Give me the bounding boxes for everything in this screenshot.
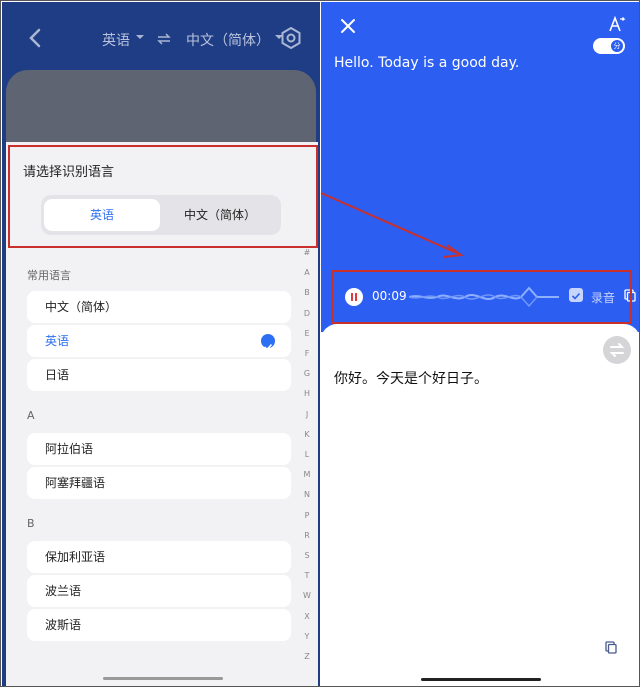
swap-icon[interactable] [156, 32, 172, 46]
section-header-b: B [27, 517, 35, 530]
index-letter[interactable]: H [301, 384, 313, 404]
language-item[interactable]: 阿拉伯语 [27, 433, 291, 465]
language-item[interactable]: 阿塞拜疆语 [27, 467, 291, 499]
index-letter[interactable]: F [301, 344, 313, 364]
highlight-box [331, 270, 632, 324]
index-letter[interactable]: M [301, 465, 313, 485]
language-item-selected[interactable]: 英语 [27, 325, 291, 357]
index-letter[interactable]: J [301, 405, 313, 425]
index-letter[interactable]: L [301, 445, 313, 465]
home-indicator[interactable] [421, 678, 541, 681]
settings-gear-icon[interactable] [280, 27, 302, 49]
home-indicator[interactable] [103, 677, 223, 680]
index-letter[interactable]: E [301, 324, 313, 344]
index-letter[interactable]: X [301, 607, 313, 627]
source-language[interactable]: 英语 [102, 30, 130, 50]
translated-text: 你好。今天是个好日子。 [334, 371, 488, 387]
index-letter[interactable]: T [301, 566, 313, 586]
index-letter[interactable]: W [301, 586, 313, 606]
index-letter[interactable]: R [301, 526, 313, 546]
top-bar: 英语 中文（简体） [2, 2, 320, 74]
language-item[interactable]: 日语 [27, 359, 291, 391]
caret-down-icon [136, 35, 144, 39]
source-text: Hello. Today is a good day. [334, 55, 520, 71]
font-size-icon[interactable] [607, 14, 627, 34]
swap-icon[interactable] [603, 336, 631, 364]
index-letter[interactable]: Z [301, 647, 313, 667]
index-letter[interactable]: N [301, 485, 313, 505]
close-icon[interactable] [339, 17, 357, 35]
section-header-a: A [27, 409, 35, 422]
language-item[interactable]: 中文（简体） [27, 291, 291, 323]
index-letter[interactable]: A [301, 263, 313, 283]
copy-icon[interactable] [605, 641, 617, 654]
toggle-knob: 分 [611, 40, 623, 52]
index-letter[interactable]: K [301, 425, 313, 445]
language-item[interactable]: 保加利亚语 [27, 541, 291, 573]
alphabet-index[interactable]: # A B D E F G H J K L M N P R S T W X Y … [301, 243, 313, 667]
language-item-label: 英语 [45, 334, 70, 348]
language-item[interactable]: 波斯语 [27, 609, 291, 641]
split-toggle[interactable]: 分 [593, 38, 625, 54]
language-item[interactable]: 波兰语 [27, 575, 291, 607]
screenshot-frame: 英语 中文（简体） 请选择识别语言 英语 中文（简体） 常用语言 中文（简体） … [0, 0, 640, 687]
index-letter[interactable]: # [301, 243, 313, 263]
index-letter[interactable]: S [301, 546, 313, 566]
index-letter[interactable]: P [301, 506, 313, 526]
highlight-box [8, 145, 318, 248]
index-letter[interactable]: B [301, 283, 313, 303]
index-letter[interactable]: D [301, 304, 313, 324]
translation-panel: 分 Hello. Today is a good day. 00:09 录音 你… [321, 2, 639, 686]
back-arrow-icon[interactable] [26, 26, 46, 50]
checkmark-icon [261, 334, 275, 351]
target-language[interactable]: 中文（简体） [186, 30, 270, 50]
index-letter[interactable]: G [301, 364, 313, 384]
common-languages-label: 常用语言 [27, 269, 71, 282]
index-letter[interactable]: Y [301, 627, 313, 647]
